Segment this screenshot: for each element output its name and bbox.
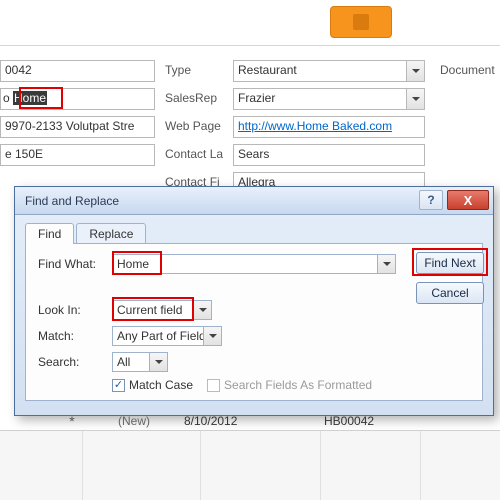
label-search-formatted: Search Fields As Formatted: [224, 378, 372, 392]
form-col1-r2[interactable]: 9970-2133 Volutpat Stre: [0, 116, 155, 138]
label-salesrep: SalesRep: [165, 91, 230, 105]
dialog-body: Find Replace Find What: Home Look In: Cu…: [15, 215, 493, 415]
tab-find[interactable]: Find: [25, 223, 74, 244]
form-col1-r3[interactable]: e 150E: [0, 144, 155, 166]
find-replace-dialog: Find and Replace ? X Find Replace Find W…: [14, 186, 494, 416]
field-salesrep[interactable]: Frazier: [233, 88, 425, 110]
grid-cell-id[interactable]: HB00042: [324, 414, 444, 428]
grid-cell-new[interactable]: (New): [84, 414, 184, 428]
ribbon-button-icon: [353, 14, 369, 30]
chevron-down-icon[interactable]: [406, 89, 424, 109]
dialog-titlebar[interactable]: Find and Replace ? X: [15, 187, 493, 215]
label-find-what: Find What:: [38, 257, 112, 271]
chevron-down-icon[interactable]: [149, 353, 167, 371]
ribbon-button[interactable]: [330, 6, 392, 38]
search-select[interactable]: All: [112, 352, 168, 372]
subform-grid: * (New) 8/10/2012 HB00042: [60, 410, 500, 432]
label-match: Match:: [38, 329, 112, 343]
dialog-title: Find and Replace: [25, 194, 119, 208]
checkbox-search-formatted: [207, 379, 220, 392]
grid-cell-date[interactable]: 8/10/2012: [184, 414, 324, 428]
label-type: Type: [165, 63, 230, 77]
label-webpage: Web Page: [165, 119, 230, 133]
label-document: Document: [440, 63, 495, 77]
selected-text-home: Home: [13, 91, 47, 105]
find-next-button[interactable]: Find Next: [416, 252, 484, 274]
label-look-in: Look In:: [38, 303, 112, 317]
field-webpage[interactable]: http://www.Home Baked.com: [233, 116, 425, 138]
new-record-star[interactable]: *: [60, 413, 84, 429]
form-col1-r0[interactable]: 0042: [0, 60, 155, 82]
look-in-select[interactable]: Current field: [112, 300, 212, 320]
tab-panel-find: Find What: Home Look In: Current field M…: [25, 243, 483, 401]
dialog-close-button[interactable]: X: [447, 190, 489, 210]
webpage-link[interactable]: http://www.Home Baked.com: [238, 119, 392, 133]
label-contactla: Contact La: [165, 147, 230, 161]
chevron-down-icon[interactable]: [377, 255, 395, 273]
chevron-down-icon[interactable]: [203, 327, 221, 345]
label-match-case: Match Case: [129, 378, 193, 392]
dialog-help-button[interactable]: ?: [419, 190, 443, 210]
checkbox-match-case[interactable]: [112, 379, 125, 392]
label-search: Search:: [38, 355, 112, 369]
dialog-tabs: Find Replace: [25, 223, 483, 244]
tab-replace[interactable]: Replace: [76, 223, 146, 244]
empty-grid-area: [0, 430, 500, 500]
cancel-button[interactable]: Cancel: [416, 282, 484, 304]
field-contactla[interactable]: Sears: [233, 144, 425, 166]
field-type[interactable]: Restaurant: [233, 60, 425, 82]
chevron-down-icon[interactable]: [193, 301, 211, 319]
match-select[interactable]: Any Part of Field: [112, 326, 222, 346]
form-col1-r1[interactable]: o Home: [0, 88, 155, 110]
chevron-down-icon[interactable]: [406, 61, 424, 81]
ribbon-bar: [0, 0, 500, 46]
find-what-input[interactable]: Home: [112, 254, 396, 274]
